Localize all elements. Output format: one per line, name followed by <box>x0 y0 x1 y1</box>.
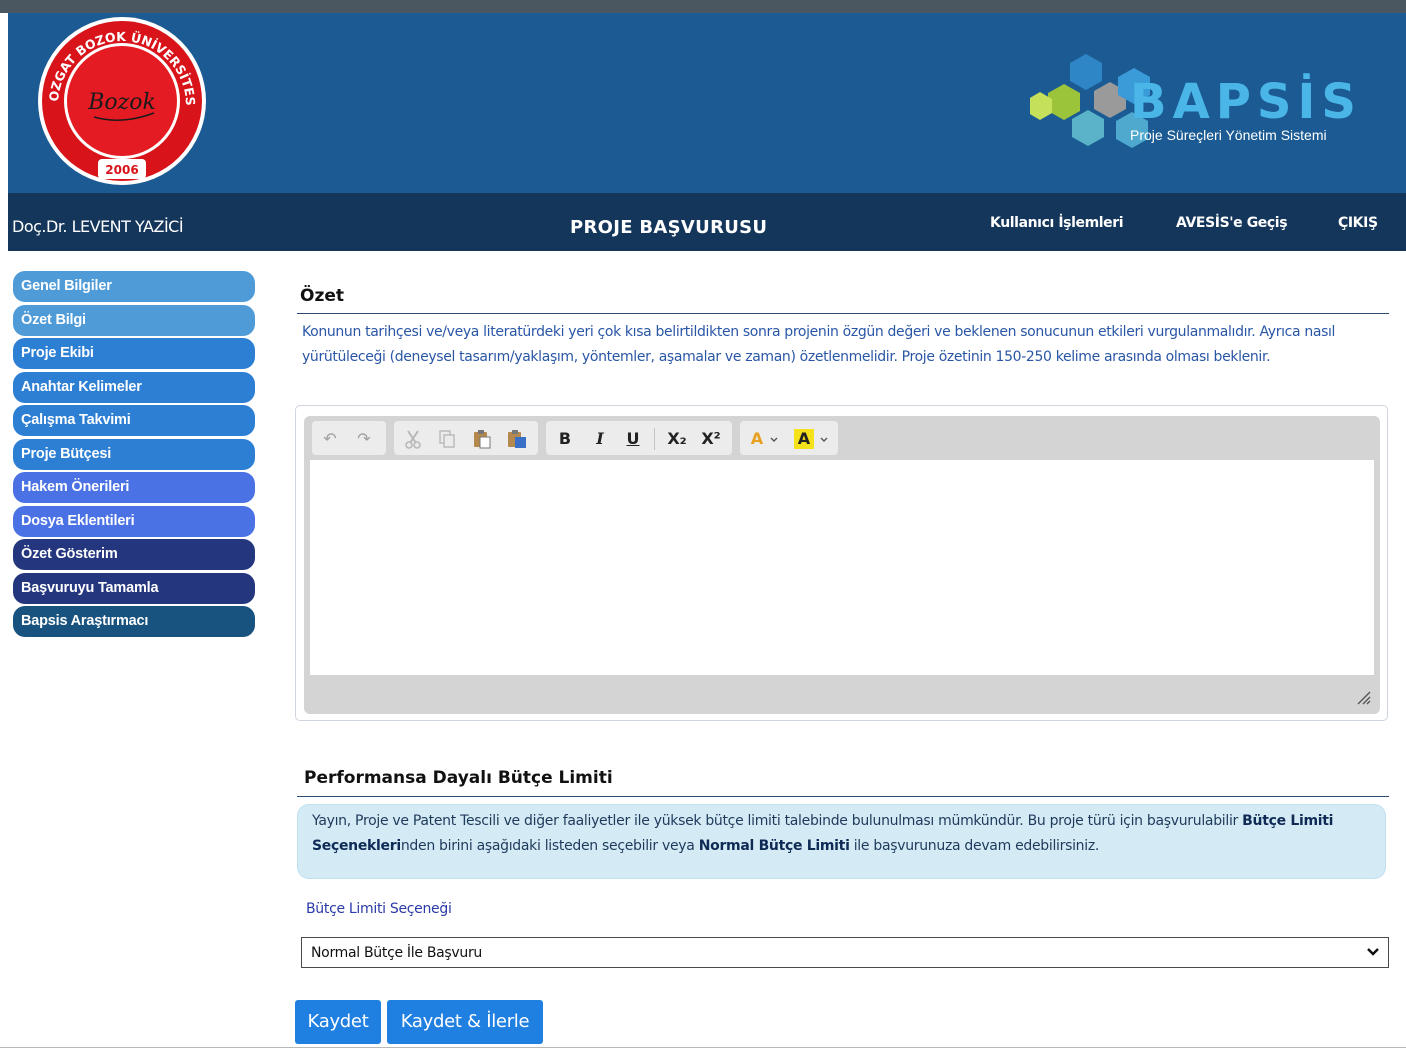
font-color-icon[interactable]: A <box>748 429 766 449</box>
resize-handle-icon[interactable] <box>1354 688 1372 706</box>
sidebar-item-proje-ekibi[interactable]: Proje Ekibi <box>13 338 255 369</box>
sidebar-item-calisma-takvimi[interactable]: Çalışma Takvimi <box>13 405 255 436</box>
nav-user-operations-link[interactable]: Kullanıcı İşlemleri <box>990 215 1124 231</box>
info-text: ile başvurunuza devam edebilirsiniz. <box>849 838 1100 854</box>
info-text: nden birini aşağıdaki listeden seçebilir… <box>400 838 699 854</box>
bg-color-dropdown-icon[interactable] <box>820 437 828 443</box>
summary-description: Konunun tarihçesi ve/veya literatürdeki … <box>302 324 1336 365</box>
summary-section-divider <box>297 313 1389 314</box>
top-navbar: Doç.Dr. LEVENT YAZİCİ PROJE BAŞVURUSU Ku… <box>8 193 1406 251</box>
bapsis-subtitle: Proje Süreçleri Yönetim Sistemi <box>1130 127 1327 143</box>
budget-option-label: Bütçe Limiti Seçeneği <box>306 901 452 917</box>
toolbar-separator <box>654 428 655 450</box>
page-title: PROJE BAŞVURUSU <box>570 217 768 238</box>
redo-icon[interactable]: ↷ <box>354 429 374 449</box>
sidebar-item-anahtar-kelimeler[interactable]: Anahtar Kelimeler <box>13 371 255 403</box>
chevron-down-icon <box>1367 948 1379 956</box>
summary-section-title: Özet <box>300 286 345 306</box>
save-and-next-button[interactable]: Kaydet & İlerle <box>387 1000 543 1044</box>
budget-info-box: Yayın, Proje ve Patent Tescili ve diğer … <box>297 804 1386 879</box>
sidebar-item-dosya-eklentileri[interactable]: Dosya Eklentileri <box>13 505 255 537</box>
seal-year: 2006 <box>105 163 138 177</box>
italic-button[interactable]: I <box>592 429 608 449</box>
bapsis-logo: BAPSİS Proje Süreçleri Yönetim Sistemi <box>1030 54 1362 148</box>
nav-logout-link[interactable]: ÇIKIŞ <box>1338 215 1378 231</box>
superscript-button[interactable]: X² <box>698 429 724 449</box>
top-strip <box>0 0 1406 13</box>
sidebar-item-ozet-gosterim[interactable]: Özet Gösterim <box>13 539 255 570</box>
sidebar-item-bapsis-arastirmaci[interactable]: Bapsis Araştırmacı <box>13 606 255 637</box>
bold-button[interactable]: B <box>556 429 574 449</box>
budget-section-title: Performansa Dayalı Bütçe Limiti <box>304 768 613 788</box>
paste-from-word-icon[interactable] <box>506 429 528 449</box>
bapsis-wordmark: BAPSİS <box>1130 73 1362 130</box>
subscript-button[interactable]: X₂ <box>664 429 690 449</box>
nav-avesis-link[interactable]: AVESİS'e Geçiş <box>1176 215 1288 231</box>
selected-option: Normal Bütçe İle Başvuru <box>311 945 482 961</box>
save-button[interactable]: Kaydet <box>295 1000 381 1044</box>
user-name: Doç.Dr. LEVENT YAZİCİ <box>12 217 184 236</box>
bg-color-icon[interactable]: A <box>794 429 814 449</box>
sidebar-item-basvuruyu-tamamla[interactable]: Başvuruyu Tamamla <box>13 572 255 604</box>
sidebar-item-genel-bilgiler[interactable]: Genel Bilgiler <box>13 271 255 302</box>
sidebar-item-hakem-onerileri[interactable]: Hakem Önerileri <box>13 472 255 503</box>
page-bottom-divider <box>0 1047 1406 1048</box>
paste-icon[interactable] <box>472 429 492 449</box>
info-emphasis: Normal Bütçe Limiti <box>698 838 850 854</box>
summary-editor-content[interactable] <box>310 460 1374 675</box>
font-color-dropdown-icon[interactable] <box>770 437 778 443</box>
budget-section-divider <box>297 796 1389 797</box>
undo-icon[interactable]: ↶ <box>320 429 340 449</box>
cut-icon[interactable] <box>404 429 422 449</box>
underline-button[interactable]: U <box>624 429 642 449</box>
info-text: Yayın, Proje ve Patent Tescili ve diğer … <box>312 813 1243 829</box>
copy-icon[interactable] <box>438 429 456 449</box>
seal-signature: Bozok <box>87 90 156 115</box>
sidebar-menu: Genel Bilgiler Özet Bilgi Proje Ekibi An… <box>13 271 255 640</box>
budget-option-select[interactable]: Normal Bütçe İle Başvuru <box>301 937 1389 968</box>
sidebar-item-proje-butcesi[interactable]: Proje Bütçesi <box>13 438 255 470</box>
sidebar-item-ozet-bilgi[interactable]: Özet Bilgi <box>13 304 255 336</box>
university-seal-logo: YOZGAT BOZOK ÜNİVERSİTESİ Bozok 2006 <box>36 13 206 185</box>
